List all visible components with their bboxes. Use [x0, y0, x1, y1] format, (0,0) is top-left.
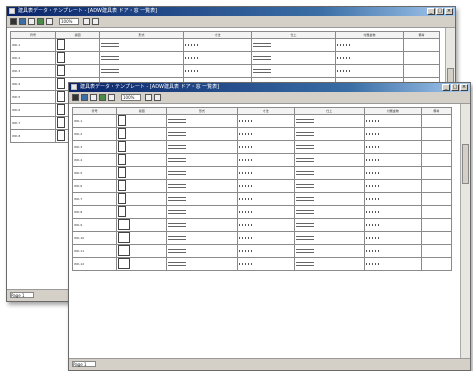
door-elevation-icon [57, 78, 66, 89]
app-icon [71, 84, 77, 90]
page-indicator[interactable]: Page 1 [10, 292, 34, 298]
save-icon[interactable] [72, 94, 79, 101]
front-vertical-scrollbar[interactable] [460, 104, 470, 359]
minimize-button[interactable]: _ [442, 84, 450, 91]
header-size: 寸法 [236, 107, 295, 115]
door-elevation-icon [118, 193, 127, 204]
next-page-icon[interactable] [92, 18, 99, 25]
table-row: WD-3 [9, 64, 441, 78]
table-row: WD-1 [9, 38, 441, 52]
table-row: WD-6 [71, 179, 453, 193]
door-elevation-icon [57, 39, 66, 50]
door-elevation-icon [57, 117, 66, 128]
front-window[interactable]: 建具表データ・テンプレート - [ADW建具表 ドア・窓 一覧表] _ □ × … [68, 82, 471, 371]
copy-icon[interactable] [46, 18, 53, 25]
header-notes: 備考 [420, 107, 453, 115]
header-figure: 姿図 [55, 31, 101, 39]
front-fixture-table: 符号 姿図 形式 寸法 仕上 付属金物 備考 WD-1 WD-2 WD-3 WD… [71, 107, 453, 271]
table-row: WD-5 [71, 166, 453, 180]
door-elevation-icon [118, 167, 127, 178]
table-row: WD-8 [71, 205, 453, 219]
back-title-bar[interactable]: 建具表データ・テンプレート - [ADW建具表 ドア・窓 一覧表] _ □ × [7, 7, 455, 16]
header-type: 形式 [99, 31, 185, 39]
next-page-icon[interactable] [154, 94, 161, 101]
header-notes: 備考 [402, 31, 441, 39]
copy-icon[interactable] [108, 94, 115, 101]
header-figure: 姿図 [116, 107, 168, 115]
table-row: WD-2 [71, 127, 453, 141]
table-row: WD-11 [71, 244, 453, 258]
refresh-icon[interactable] [99, 94, 106, 101]
save-icon[interactable] [10, 18, 17, 25]
table-row: WD-1 [71, 114, 453, 128]
door-elevation-icon [118, 206, 127, 217]
double-door-elevation-icon [118, 232, 131, 243]
table-row: WD-2 [9, 51, 441, 65]
door-elevation-icon [118, 180, 127, 191]
page-indicator[interactable]: Page 1 [72, 361, 96, 367]
front-window-title: 建具表データ・テンプレート - [ADW建具表 ドア・窓 一覧表] [80, 84, 220, 90]
front-title-bar[interactable]: 建具表データ・テンプレート - [ADW建具表 ドア・窓 一覧表] _ □ × [69, 83, 470, 92]
print-icon[interactable] [81, 94, 88, 101]
table-row: WD-12 [71, 257, 453, 271]
maximize-button[interactable]: □ [436, 8, 444, 15]
table-row: WD-3 [71, 140, 453, 154]
double-door-elevation-icon [118, 258, 131, 269]
table-row: WD-4 [71, 153, 453, 167]
front-document-area: 符号 姿図 形式 寸法 仕上 付属金物 備考 WD-1 WD-2 WD-3 WD… [69, 104, 461, 359]
door-elevation-icon [118, 141, 127, 152]
front-status-bar: Page 1 [69, 358, 470, 370]
print-icon[interactable] [19, 18, 26, 25]
double-door-elevation-icon [118, 219, 131, 230]
back-header-row: 符号 姿図 形式 寸法 仕上 付属金物 備考 [9, 31, 441, 39]
header-code: 符号 [71, 107, 118, 115]
open-icon[interactable] [90, 94, 97, 101]
prev-page-icon[interactable] [145, 94, 152, 101]
back-toolbar: 100% [7, 16, 455, 28]
table-row: WD-9 [71, 218, 453, 232]
scroll-thumb[interactable] [462, 144, 469, 184]
door-elevation-icon [57, 104, 66, 115]
door-elevation-icon [57, 130, 66, 141]
header-size: 寸法 [183, 31, 252, 39]
close-button[interactable]: × [445, 8, 453, 15]
header-type: 形式 [166, 107, 238, 115]
front-toolbar: 100% [69, 92, 470, 104]
open-icon[interactable] [28, 18, 35, 25]
table-row: WD-7 [71, 192, 453, 206]
door-elevation-icon [57, 65, 66, 76]
close-button[interactable]: × [460, 84, 468, 91]
door-elevation-icon [57, 91, 66, 102]
header-hardware: 付属金物 [363, 107, 422, 115]
minimize-button[interactable]: _ [427, 8, 435, 15]
table-row: WD-10 [71, 231, 453, 245]
header-finish: 仕上 [293, 107, 365, 115]
back-window-title: 建具表データ・テンプレート - [ADW建具表 ドア・窓 一覧表] [18, 8, 158, 14]
door-elevation-icon [118, 154, 127, 165]
door-elevation-icon [118, 128, 127, 139]
prev-page-icon[interactable] [83, 18, 90, 25]
header-finish: 仕上 [250, 31, 336, 39]
door-elevation-icon [57, 52, 66, 63]
app-icon [9, 8, 15, 14]
double-door-elevation-icon [118, 245, 131, 256]
zoom-select[interactable]: 100% [59, 18, 79, 25]
refresh-icon[interactable] [37, 18, 44, 25]
front-header-row: 符号 姿図 形式 寸法 仕上 付属金物 備考 [71, 107, 453, 115]
zoom-select[interactable]: 100% [121, 94, 141, 101]
maximize-button[interactable]: □ [451, 84, 459, 91]
door-elevation-icon [118, 115, 127, 126]
header-code: 符号 [9, 31, 57, 39]
header-hardware: 付属金物 [334, 31, 404, 39]
